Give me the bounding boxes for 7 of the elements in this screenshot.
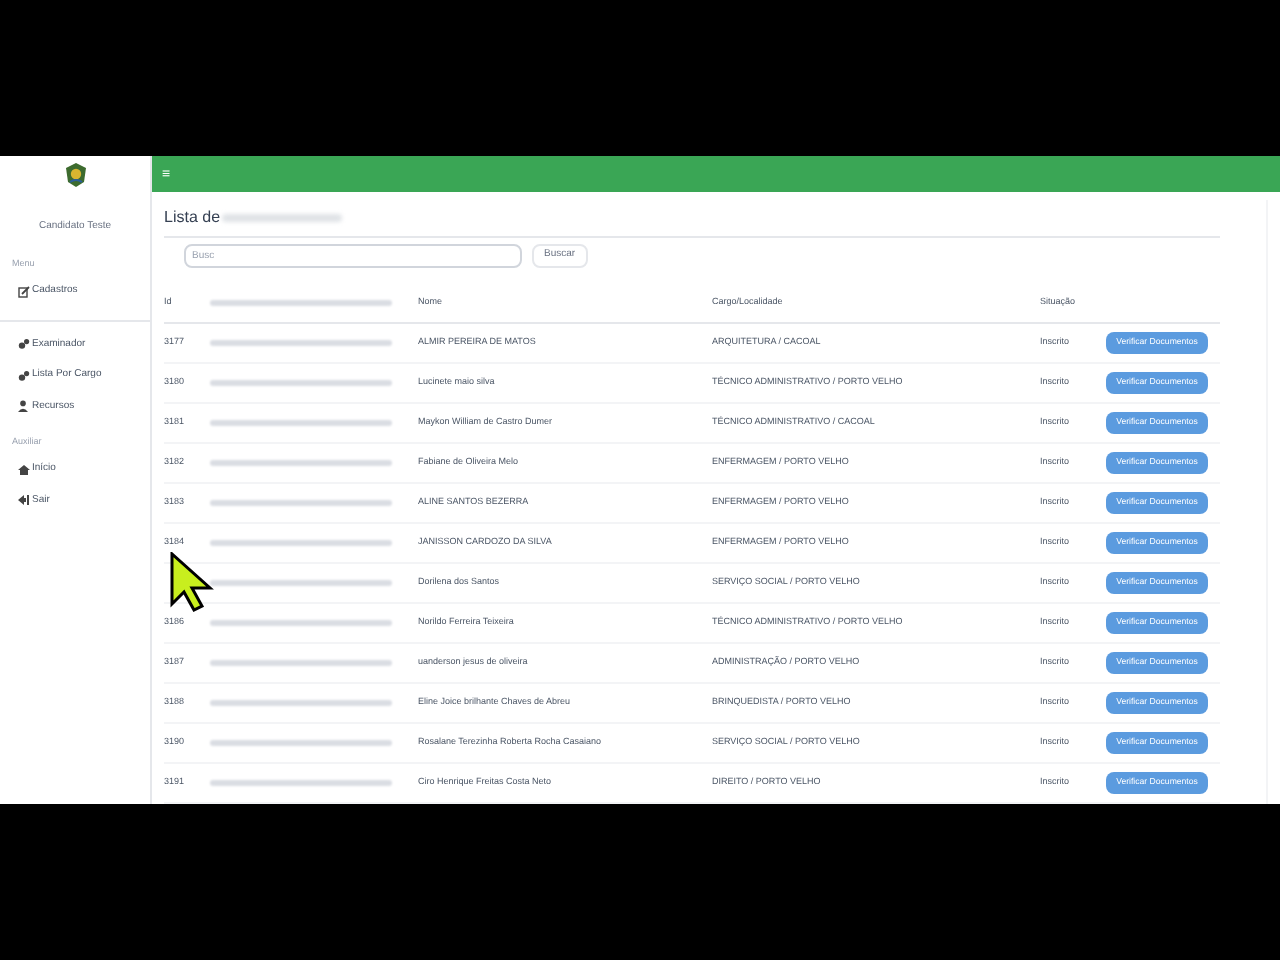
exit-icon: [18, 494, 30, 507]
mouse-pointer-icon: [170, 552, 214, 612]
page-title: Lista de: [164, 206, 221, 230]
user-icon: [18, 400, 30, 413]
emblem-logo: [63, 162, 87, 188]
home-icon: [18, 463, 30, 476]
edit-icon: [18, 285, 30, 298]
